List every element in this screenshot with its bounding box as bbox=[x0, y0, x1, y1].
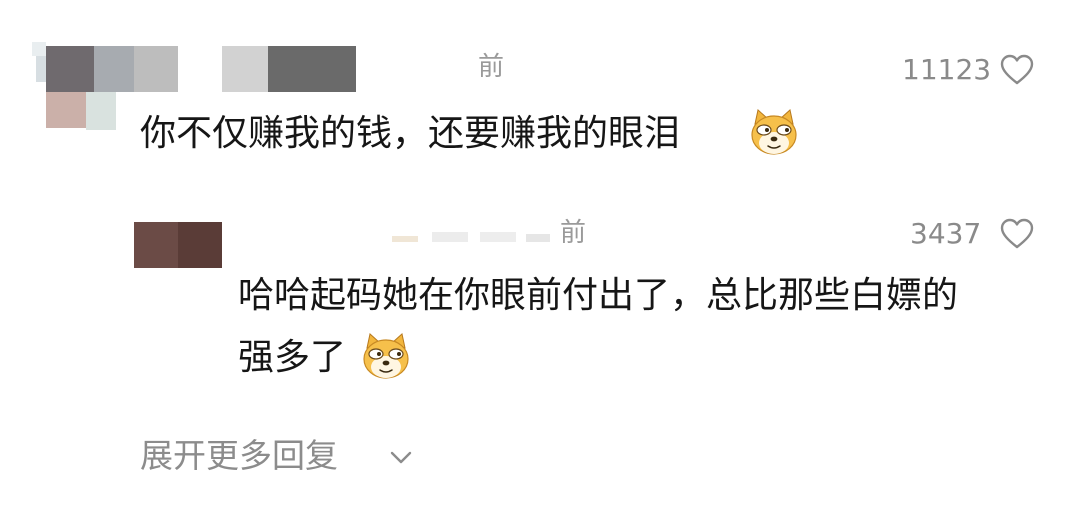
username[interactable] bbox=[46, 46, 358, 92]
like-count: 11123 bbox=[902, 53, 992, 86]
reply-avatar[interactable] bbox=[134, 222, 222, 268]
reply-time: 前 bbox=[560, 218, 587, 248]
reply-like-count: 3437 bbox=[910, 217, 982, 250]
comment-text: 你不仅赚我的钱，还要赚我的眼泪 bbox=[140, 113, 681, 154]
comment-time: 前 bbox=[478, 52, 505, 82]
heart-icon[interactable] bbox=[1000, 54, 1034, 86]
heart-icon[interactable] bbox=[1000, 218, 1034, 250]
chevron-down-icon bbox=[390, 451, 412, 464]
expand-replies-button[interactable]: 展开更多回复 bbox=[140, 432, 430, 480]
reply-text-line1: 哈哈起码她在你眼前付出了，总比那些白嫖的 bbox=[238, 275, 959, 316]
doge-emoji-icon bbox=[751, 109, 797, 155]
expand-replies-label: 展开更多回复 bbox=[140, 436, 338, 475]
doge-emoji-icon bbox=[363, 333, 409, 379]
reply-text-line2: 强多了 bbox=[238, 337, 347, 378]
reply-username[interactable] bbox=[392, 228, 550, 246]
